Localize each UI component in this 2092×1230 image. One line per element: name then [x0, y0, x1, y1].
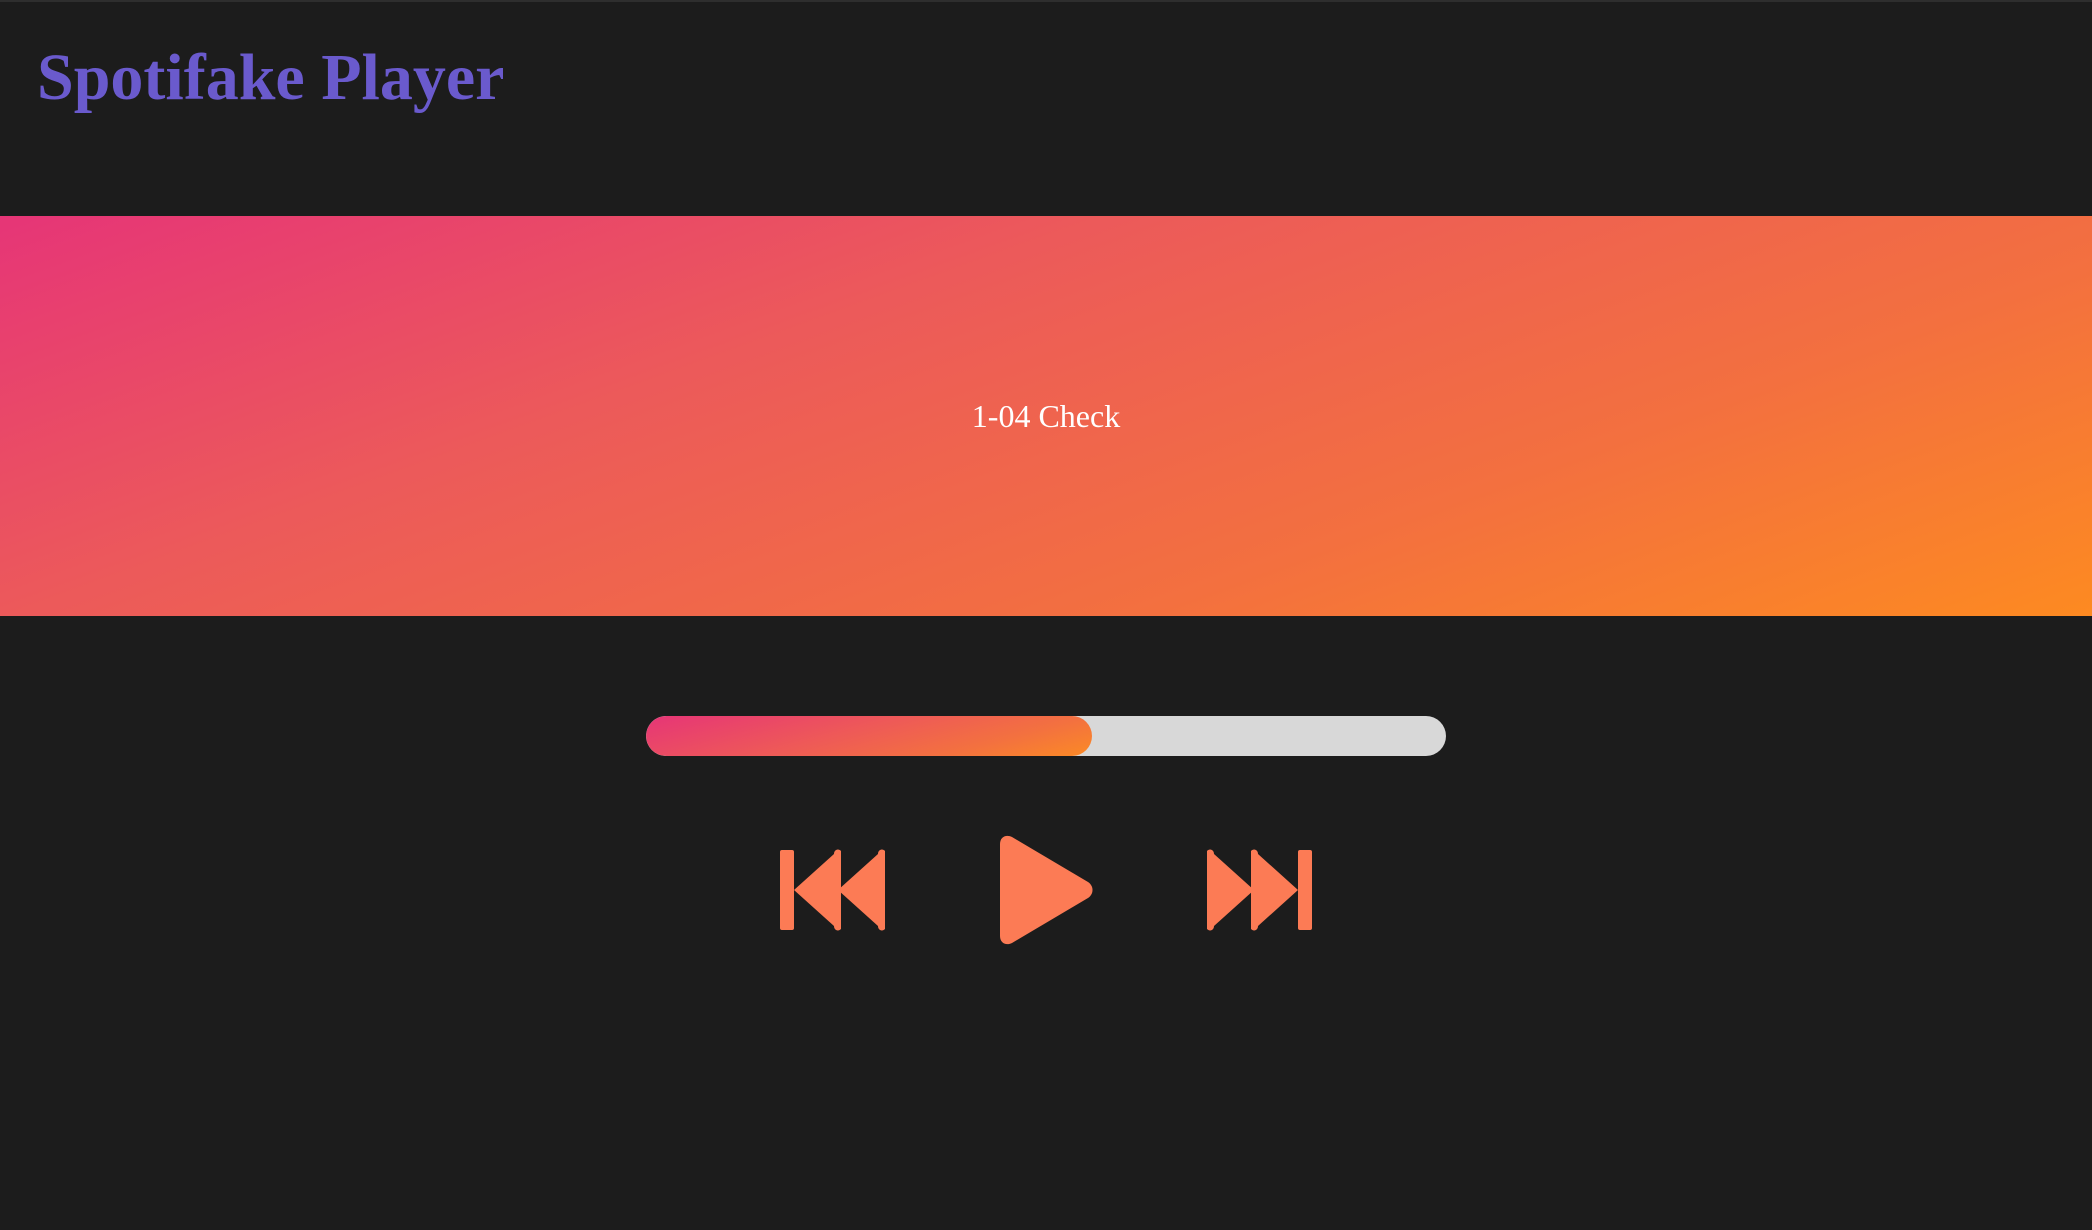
next-button[interactable]	[1202, 848, 1314, 932]
skip-previous-icon	[780, 849, 885, 931]
play-button[interactable]	[996, 834, 1096, 946]
play-icon	[1000, 835, 1093, 945]
top-border	[0, 0, 2092, 2]
skip-next-icon	[1207, 849, 1312, 931]
app-title: Spotifake Player	[37, 41, 505, 114]
track-name: 1-04 Check	[971, 397, 1121, 434]
previous-button[interactable]	[778, 848, 890, 932]
progress-fill	[646, 716, 1092, 756]
progress-bar[interactable]	[646, 716, 1446, 756]
now-playing-banner: 1-04 Check	[0, 216, 2092, 616]
